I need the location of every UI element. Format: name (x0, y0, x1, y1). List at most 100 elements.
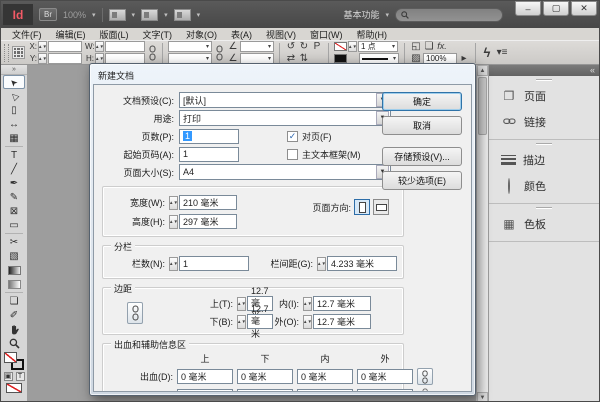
hand-tool[interactable] (3, 322, 25, 336)
content-collector-tool[interactable]: ▦ (3, 131, 25, 145)
scale-x-select[interactable]: ▾ (168, 41, 212, 52)
direct-selection-tool[interactable]: ▷ (3, 89, 25, 103)
panel-swatches[interactable]: ▦色板 (489, 211, 599, 237)
panel-pages[interactable]: ❐页面 (489, 83, 599, 109)
pen-tool[interactable]: ✒ (3, 176, 25, 190)
rotate-cw-icon[interactable]: ↻ (298, 41, 310, 52)
chevron-down-icon[interactable]: ▾ (92, 11, 96, 19)
rectangle-tool[interactable]: ▭ (3, 218, 25, 232)
note-tool[interactable]: ❏ (3, 294, 25, 308)
scroll-up-icon[interactable]: ▲ (477, 65, 488, 76)
page-tool[interactable]: ▯ (3, 103, 25, 117)
scrollbar-track[interactable] (477, 136, 488, 392)
workspace-switcher[interactable]: 基本功能 (343, 8, 379, 21)
slug-bottom-input[interactable]: 0 毫米 (237, 389, 293, 393)
intent-select[interactable]: 打印▼ (179, 110, 391, 126)
document-preset-select[interactable]: [默认]▼ (179, 92, 391, 108)
drop-shadow-icon[interactable]: ❏ (423, 41, 435, 52)
bridge-button[interactable]: Br (39, 8, 57, 21)
maximize-button[interactable]: ▢ (543, 1, 569, 16)
menu-help[interactable]: 帮助(H) (350, 28, 395, 41)
save-preset-button[interactable]: 存储预设(V)... (382, 147, 462, 166)
chevron-down-icon[interactable]: ▾ (385, 11, 389, 19)
constrain-scale-icon[interactable] (215, 45, 224, 61)
link-margins-button[interactable] (127, 302, 143, 324)
y-position-input[interactable] (48, 53, 82, 64)
dock-group-grip[interactable] (489, 76, 599, 83)
page-size-select[interactable]: A4▼ (179, 164, 391, 180)
stroke-weight-select[interactable]: 1 点▾ (358, 41, 398, 52)
constrain-dimensions-icon[interactable] (148, 45, 157, 61)
slug-outside-input[interactable]: 0 毫米 (357, 389, 413, 393)
view-options-icon[interactable] (109, 9, 126, 21)
stepper-control[interactable]: ▲▼ (237, 315, 246, 329)
tools-panel-expand[interactable]: » (1, 65, 27, 75)
slug-top-input[interactable]: 0 毫米 (177, 389, 233, 393)
minimize-button[interactable]: – (515, 1, 541, 16)
quick-apply-icon[interactable]: ϟ (481, 47, 493, 58)
margin-inside-input[interactable]: 12.7 毫米 (313, 296, 371, 311)
dialog-titlebar[interactable]: 新建文档 (93, 67, 472, 84)
screen-mode-icon[interactable] (141, 9, 158, 21)
menu-layout[interactable]: 版面(L) (93, 28, 136, 41)
control-panel-menu-icon[interactable]: ▾≡ (496, 47, 508, 58)
bleed-outside-input[interactable]: 0 毫米 (357, 369, 413, 384)
scissors-tool[interactable]: ✂ (3, 235, 25, 249)
menu-table[interactable]: 表(A) (224, 28, 259, 41)
eyedropper-tool[interactable]: ✐ (3, 308, 25, 322)
free-transform-tool[interactable]: ▧ (3, 249, 25, 263)
menu-view[interactable]: 视图(V) (259, 28, 303, 41)
effects-icon[interactable]: fx. (436, 41, 448, 52)
stepper-control[interactable]: ▲▼ (38, 53, 47, 64)
stepper-control[interactable]: ▲▼ (303, 315, 312, 329)
reference-point-proxy[interactable] (12, 46, 25, 59)
stepper-control[interactable]: ▲▼ (169, 196, 178, 210)
type-tool[interactable]: T (3, 148, 25, 162)
menu-file[interactable]: 文件(F) (5, 28, 49, 41)
ok-button[interactable]: 确定 (382, 92, 462, 111)
landscape-orientation-button[interactable] (373, 199, 389, 215)
zoom-tool[interactable] (3, 336, 25, 350)
search-input[interactable] (395, 8, 503, 22)
stroke-swatch-none[interactable] (334, 42, 347, 51)
frame-tool[interactable]: ⊠ (3, 204, 25, 218)
document-layout-icon[interactable] (174, 9, 191, 21)
formatting-affects-container-icon[interactable]: ▣ (4, 372, 13, 381)
scroll-down-icon[interactable]: ▼ (477, 392, 488, 402)
controlbar-grip[interactable] (4, 44, 9, 62)
menu-object[interactable]: 对象(O) (179, 28, 224, 41)
unlink-slug-button[interactable] (417, 388, 435, 392)
stepper-control[interactable]: ▲▼ (237, 297, 246, 311)
zoom-level-select[interactable]: 100% (63, 10, 86, 20)
close-button[interactable]: ✕ (571, 1, 597, 16)
line-tool[interactable]: ╱ (3, 162, 25, 176)
chevron-down-icon[interactable]: ▾ (197, 11, 201, 19)
dock-group-grip[interactable] (489, 140, 599, 147)
x-position-input[interactable] (48, 41, 82, 52)
corner-options-icon[interactable]: ◱ (410, 41, 422, 52)
gutter-input[interactable]: 4.233 毫米 (327, 256, 397, 271)
page-height-input[interactable]: 297 毫米 (179, 214, 237, 229)
menu-type[interactable]: 文字(T) (136, 28, 180, 41)
fill-stroke-swatches[interactable] (4, 352, 24, 370)
rotate-ccw-icon[interactable]: ↺ (285, 41, 297, 52)
menu-edit[interactable]: 编辑(E) (49, 28, 93, 41)
width-input[interactable] (105, 41, 145, 52)
margin-outside-input[interactable]: 12.7 毫米 (313, 314, 371, 329)
start-page-input[interactable]: 1 (179, 147, 239, 162)
chevron-down-icon[interactable]: ▾ (164, 11, 168, 19)
chevron-down-icon[interactable]: ▾ (132, 11, 136, 19)
stepper-control[interactable]: ▲▼ (348, 41, 357, 52)
rotation-angle-select[interactable]: ▾ (240, 41, 274, 52)
collapse-panels-icon[interactable]: « (590, 65, 595, 75)
bleed-inside-input[interactable]: 0 毫米 (297, 369, 353, 384)
pencil-tool[interactable]: ✎ (3, 190, 25, 204)
master-text-frame-checkbox[interactable] (287, 149, 298, 160)
panel-color[interactable]: 颜色 (489, 173, 599, 199)
fewer-options-button[interactable]: 较少选项(E) (382, 171, 462, 190)
gradient-swatch-tool[interactable] (3, 263, 25, 277)
dock-header[interactable]: « (489, 65, 599, 76)
menu-window[interactable]: 窗口(W) (303, 28, 350, 41)
cancel-button[interactable]: 取消 (382, 116, 462, 135)
pages-input[interactable]: 1 (179, 129, 239, 144)
